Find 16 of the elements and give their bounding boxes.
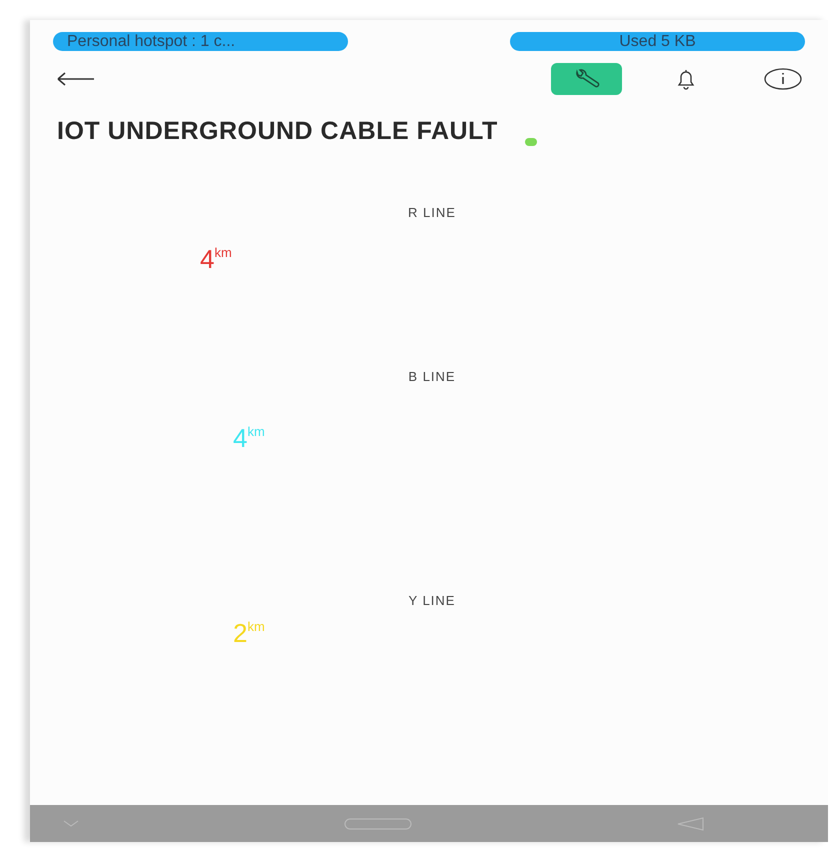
distance-unit: km (247, 424, 265, 438)
wrench-icon (574, 69, 600, 89)
page-title: IOT UNDERGROUND CABLE FAULT (57, 116, 498, 147)
data-usage-pill: Used 5 KB (510, 32, 805, 51)
distance-value: 2 (233, 620, 248, 646)
wrench-button[interactable] (551, 63, 622, 95)
distance-value: 4 (233, 424, 248, 450)
hotspot-pill[interactable]: Personal hotspot : 1 c... (53, 32, 348, 51)
back-icon[interactable] (57, 72, 95, 86)
distance-unit: km (214, 246, 232, 259)
info-icon[interactable] (764, 68, 802, 90)
distance-value: 4 (200, 246, 214, 272)
line-label: B LINE (408, 369, 456, 384)
line-label: Y LINE (408, 592, 456, 608)
distance-unit: km (247, 620, 265, 633)
line-label: R LINE (408, 204, 456, 220)
